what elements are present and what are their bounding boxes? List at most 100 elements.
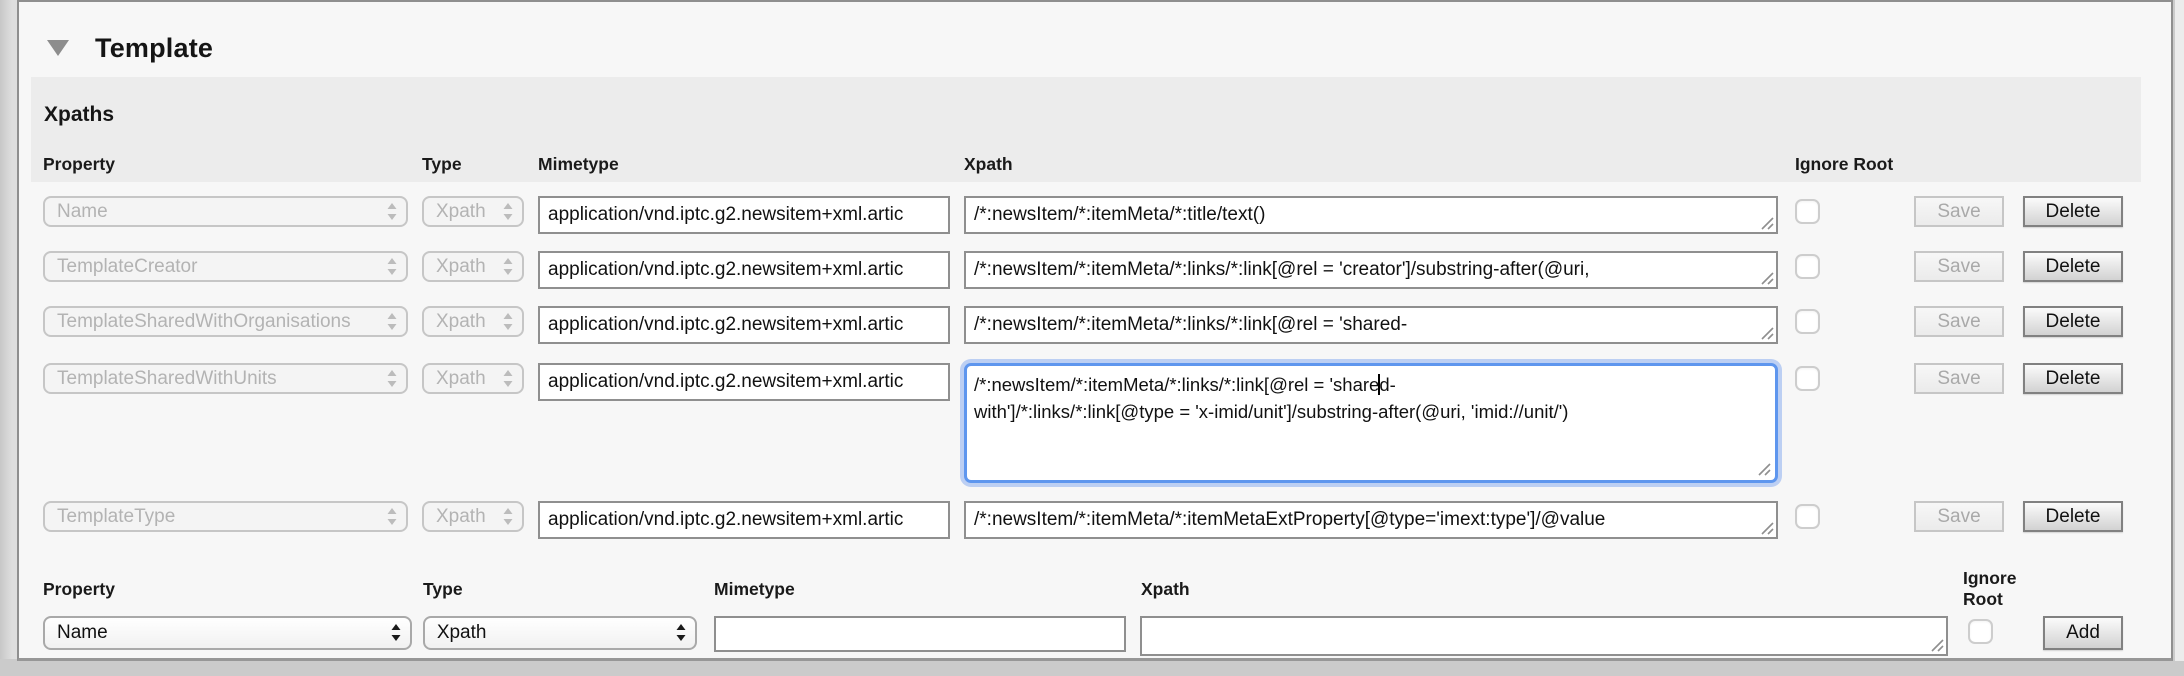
xpath-rows: Name Xpath Save Delete (31, 182, 2141, 539)
xpath-row-template-shared-with-units: TemplateSharedWithUnits Xpath /*:newsIte… (43, 363, 2123, 483)
xpath-textarea[interactable] (964, 501, 1778, 539)
row-actions: Save Delete (1914, 363, 2123, 394)
add-form-headers: Property Type Mimetype Xpath Ignore Root (31, 556, 2141, 610)
xpath-text-before-caret: /*:newsItem/*:itemMeta/*:links/*:link[@r… (974, 374, 1379, 395)
section-header: Template (47, 32, 2171, 64)
add-button[interactable]: Add (2043, 616, 2123, 650)
property-select[interactable]: TemplateType (43, 501, 408, 532)
xpath-textarea[interactable] (964, 196, 1778, 234)
ignore-root-checkbox[interactable] (1795, 504, 1820, 529)
add-property-select[interactable]: Name (43, 616, 412, 650)
add-column-header-ignore-root: Ignore Root (1963, 568, 2038, 610)
xpaths-header-band: Xpaths Property Type Mimetype Xpath Igno… (31, 77, 2141, 182)
select-stepper-icon (502, 256, 514, 278)
window-right-sliver (2175, 0, 2184, 661)
add-ignore-root-checkbox[interactable] (1968, 619, 1993, 644)
resize-grip-icon[interactable] (1757, 462, 1772, 477)
add-xpath-textarea[interactable] (1140, 616, 1948, 656)
resize-grip-icon[interactable] (1930, 638, 1945, 653)
ignore-root-checkbox[interactable] (1795, 366, 1820, 391)
property-select[interactable]: TemplateSharedWithUnits (43, 363, 408, 394)
type-select-value: Xpath (436, 368, 502, 390)
column-headers: Property Type Mimetype Xpath Ignore Root (43, 154, 2123, 175)
xpath-row-template-type: TemplateType Xpath Save Delete (43, 501, 2123, 539)
xpath-textarea-wrap (964, 501, 1778, 539)
window-left-gutter (0, 0, 17, 659)
type-select[interactable]: Xpath (422, 306, 524, 337)
row-actions: Save Delete (1914, 306, 2123, 337)
xpath-textarea-wrap (964, 306, 1778, 344)
delete-button[interactable]: Delete (2023, 501, 2123, 532)
property-select[interactable]: Name (43, 196, 408, 227)
mimetype-input[interactable] (538, 196, 950, 234)
type-select-value: Xpath (436, 506, 502, 528)
add-column-header-mimetype: Mimetype (714, 579, 1127, 600)
row-actions: Save Delete (1914, 251, 2123, 282)
type-select-value: Xpath (436, 311, 502, 333)
select-stepper-icon (675, 622, 687, 644)
property-select[interactable]: TemplateSharedWithOrganisations (43, 306, 408, 337)
delete-button[interactable]: Delete (2023, 196, 2123, 227)
select-stepper-icon (502, 201, 514, 223)
property-select-value: TemplateCreator (57, 256, 386, 278)
save-button[interactable]: Save (1914, 196, 2004, 227)
property-select-value: Name (57, 201, 386, 223)
ignore-root-checkbox[interactable] (1795, 309, 1820, 334)
select-stepper-icon (386, 256, 398, 278)
type-select[interactable]: Xpath (422, 501, 524, 532)
type-select-value: Xpath (436, 201, 502, 223)
mimetype-input[interactable] (538, 501, 950, 539)
add-column-header-xpath: Xpath (1141, 579, 1949, 600)
screen: Template Xpaths Property Type Mimetype X… (0, 0, 2184, 676)
type-select[interactable]: Xpath (422, 251, 524, 282)
type-select[interactable]: Xpath (422, 196, 524, 227)
select-stepper-icon (390, 622, 402, 644)
select-stepper-icon (502, 368, 514, 390)
property-select[interactable]: TemplateCreator (43, 251, 408, 282)
add-type-select-value: Xpath (437, 622, 675, 644)
save-button[interactable]: Save (1914, 251, 2004, 282)
type-select-value: Xpath (436, 256, 502, 278)
column-header-type: Type (422, 154, 524, 175)
select-stepper-icon (386, 201, 398, 223)
mimetype-input[interactable] (538, 306, 950, 344)
section-title: Template (95, 33, 213, 64)
mimetype-input[interactable] (538, 363, 950, 401)
resize-grip-icon[interactable] (1760, 326, 1775, 341)
ignore-root-checkbox[interactable] (1795, 199, 1820, 224)
add-property-select-value: Name (57, 622, 390, 644)
xpath-row-name: Name Xpath Save Delete (43, 196, 2123, 234)
resize-grip-icon[interactable] (1760, 216, 1775, 231)
collapse-triangle-icon[interactable] (47, 39, 69, 57)
select-stepper-icon (386, 506, 398, 528)
column-header-xpath: Xpath (964, 154, 1778, 175)
select-stepper-icon (386, 311, 398, 333)
xpaths-heading: Xpaths (44, 103, 114, 127)
add-xpath-textarea-wrap (1140, 616, 1948, 656)
delete-button[interactable]: Delete (2023, 251, 2123, 282)
add-column-header-type: Type (423, 579, 697, 600)
type-select[interactable]: Xpath (422, 363, 524, 394)
mimetype-input[interactable] (538, 251, 950, 289)
add-mimetype-input[interactable] (714, 616, 1127, 652)
resize-grip-icon[interactable] (1760, 271, 1775, 286)
column-header-mimetype: Mimetype (538, 154, 950, 175)
save-button[interactable]: Save (1914, 363, 2004, 394)
xpath-textarea-wrap (964, 196, 1778, 234)
add-type-select[interactable]: Xpath (423, 616, 697, 650)
select-stepper-icon (502, 311, 514, 333)
xpath-textarea[interactable] (964, 306, 1778, 344)
row-actions: Save Delete (1914, 501, 2123, 532)
resize-grip-icon[interactable] (1760, 521, 1775, 536)
save-button[interactable]: Save (1914, 306, 2004, 337)
add-column-header-property: Property (43, 579, 412, 600)
xpath-textarea[interactable] (964, 251, 1778, 289)
xpath-row-template-creator: TemplateCreator Xpath Save Delete (43, 251, 2123, 289)
delete-button[interactable]: Delete (2023, 306, 2123, 337)
row-actions: Save Delete (1914, 196, 2123, 227)
ignore-root-checkbox[interactable] (1795, 254, 1820, 279)
delete-button[interactable]: Delete (2023, 363, 2123, 394)
column-header-ignore-root: Ignore Root (1795, 154, 1893, 175)
xpath-textarea-focused[interactable]: /*:newsItem/*:itemMeta/*:links/*:link[@r… (964, 363, 1778, 483)
save-button[interactable]: Save (1914, 501, 2004, 532)
